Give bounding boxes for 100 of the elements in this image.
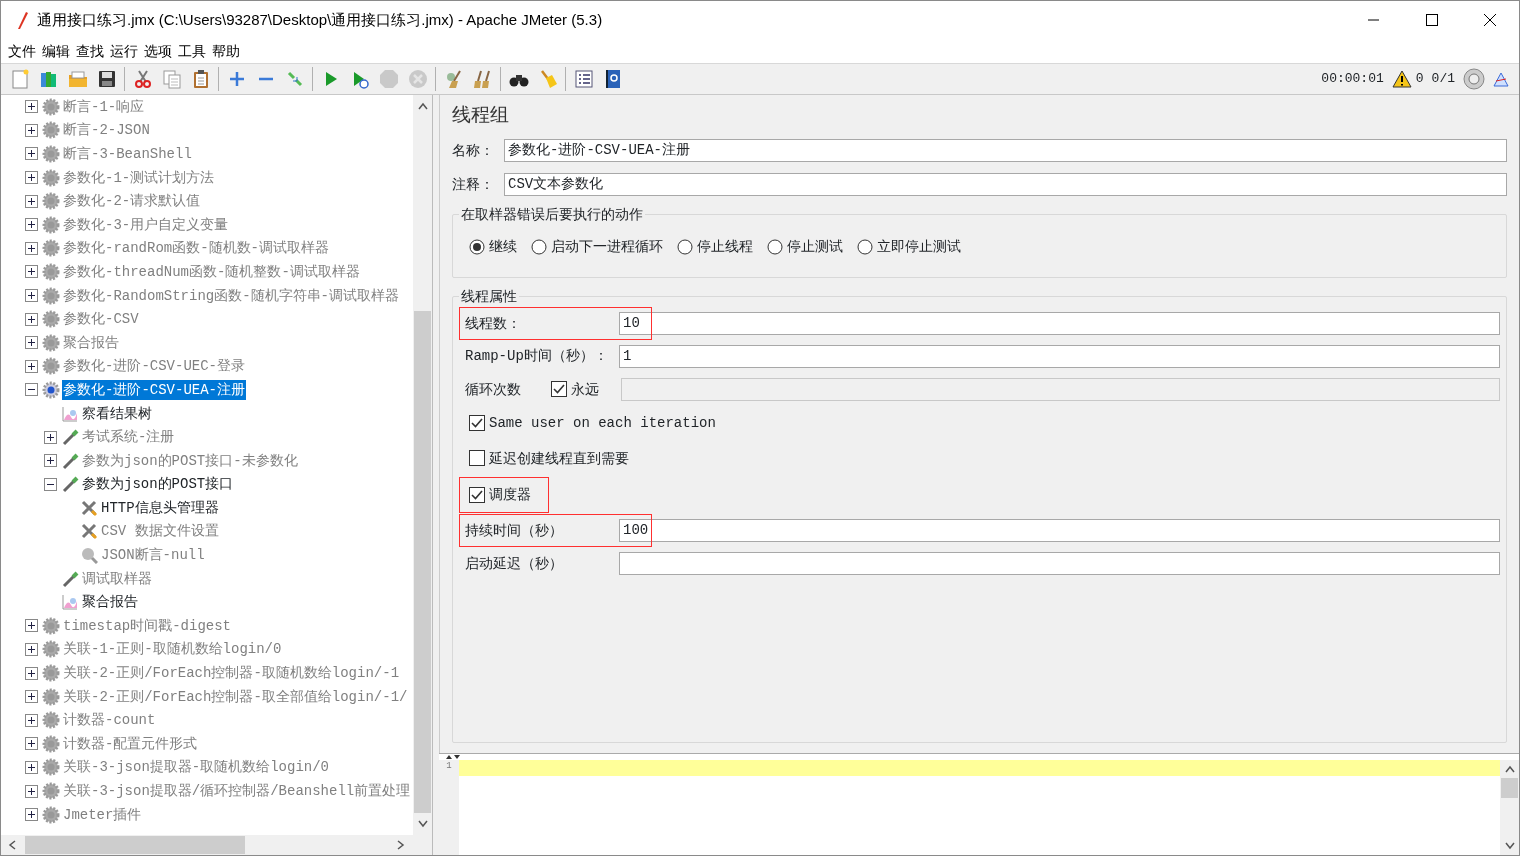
menu-item[interactable]: 选项 <box>141 41 175 61</box>
scrollbar[interactable] <box>1 835 432 855</box>
radio-option[interactable]: 立即停止测试 <box>857 236 961 257</box>
comment-field[interactable]: CSV文本参数化 <box>504 173 1507 196</box>
radio-icon <box>857 238 873 255</box>
expand-icon[interactable] <box>44 430 57 444</box>
tree-item[interactable]: 参数化-RandomString函数-随机字符串-调试取样器 <box>62 285 401 306</box>
input-field[interactable]: 1 <box>619 344 1500 368</box>
pipette-icon <box>61 451 79 470</box>
scroll-down-icon[interactable] <box>1503 841 1516 851</box>
tree-item[interactable]: 参数化-进阶-CSV-UEC-登录 <box>62 356 246 377</box>
tree-item[interactable]: 调试取样器 <box>81 568 153 589</box>
checkbox[interactable]: 永远 <box>551 378 621 400</box>
tree-item[interactable]: 计数器-配置元件形式 <box>62 733 199 754</box>
tree-item[interactable]: 关联-3-json提取器/循环控制器/Beanshell前置处理 <box>62 781 412 801</box>
gear-icon <box>42 640 60 659</box>
scroll-left-icon[interactable] <box>7 839 17 851</box>
radio-option[interactable]: 停止线程 <box>677 236 753 257</box>
expand-icon[interactable] <box>25 642 38 656</box>
tree-item[interactable]: Jmeter插件 <box>62 804 143 825</box>
menu-item[interactable]: 帮助 <box>209 41 243 61</box>
scroll-down-icon[interactable] <box>416 819 429 829</box>
expand-icon[interactable] <box>25 241 38 255</box>
input-field[interactable] <box>621 377 1500 401</box>
gear-icon <box>42 380 60 399</box>
expand-icon[interactable] <box>25 690 38 704</box>
input-field[interactable]: 100 <box>619 518 1500 542</box>
expand-icon[interactable] <box>25 666 38 680</box>
scroll-up-icon[interactable] <box>416 101 429 111</box>
tree-item[interactable]: 参数化-1-测试计划方法 <box>62 167 216 188</box>
input-field[interactable] <box>619 551 1500 575</box>
split-arrows-icon[interactable] <box>445 754 461 760</box>
scrollbar[interactable] <box>413 95 432 835</box>
tree-item[interactable]: CSV 数据文件设置 <box>100 521 220 542</box>
expand-icon[interactable] <box>25 713 38 727</box>
expand-icon[interactable] <box>25 123 38 137</box>
checkbox[interactable]: 延迟创建线程直到需要 <box>459 447 629 469</box>
menu-item[interactable]: 编辑 <box>39 41 73 61</box>
expand-icon[interactable] <box>25 619 38 633</box>
tree-item[interactable]: 考试系统-注册 <box>81 427 176 448</box>
checkbox-icon <box>551 381 567 397</box>
tree-item[interactable]: HTTP信息头管理器 <box>100 497 220 518</box>
expand-icon[interactable] <box>25 808 38 822</box>
expand-icon[interactable] <box>25 784 38 798</box>
scroll-right-icon[interactable] <box>396 839 406 851</box>
tree-item[interactable]: 察看结果树 <box>81 403 153 424</box>
tree-item[interactable]: 参数化-3-用户自定义变量 <box>62 214 230 235</box>
radio-option[interactable]: 启动下一进程循环 <box>531 236 663 257</box>
expand-icon[interactable] <box>25 312 38 326</box>
collapse-icon[interactable] <box>44 477 57 491</box>
menu-item[interactable]: 查找 <box>73 41 107 61</box>
checkbox[interactable]: 调度器 <box>459 484 531 505</box>
scrollbar-thumb[interactable] <box>1501 778 1518 798</box>
expand-icon[interactable] <box>25 289 38 303</box>
expand-icon[interactable] <box>25 265 38 279</box>
tree-item[interactable]: 参数化-randRom函数-随机数-调试取样器 <box>62 238 330 259</box>
tree-item[interactable]: 参数化-2-请求默认值 <box>62 191 202 212</box>
tree-item[interactable]: 聚合报告 <box>62 332 120 353</box>
tree-item[interactable]: 参数化-threadNum函数-随机整数-调试取样器 <box>62 261 361 282</box>
tree-item[interactable]: 断言-2-JSON <box>62 120 151 141</box>
minus-icon <box>258 77 273 81</box>
scrollbar[interactable] <box>1500 760 1519 855</box>
tree-item[interactable]: 计数器-count <box>62 710 157 731</box>
tree-item[interactable]: 关联-1-正则-取随机数给login/0 <box>62 639 283 660</box>
tree-item[interactable]: 参数化-CSV <box>62 309 140 330</box>
scrollbar-thumb[interactable] <box>25 836 245 854</box>
menu-item[interactable]: 工具 <box>175 41 209 61</box>
tree-item[interactable]: 断言-3-BeanShell <box>62 144 193 164</box>
gear-icon <box>42 239 60 258</box>
tree-item[interactable]: 关联-2-正则/ForEach控制器-取全部值给login/-1/ <box>62 686 409 707</box>
expand-icon[interactable] <box>25 100 38 114</box>
tree-item[interactable]: 关联-2-正则/ForEach控制器-取随机数给login/-1 <box>62 663 401 684</box>
tree-item[interactable]: 参数为json的POST接口-未参数化 <box>81 450 299 471</box>
scrollbar-thumb[interactable] <box>414 311 431 813</box>
expand-icon[interactable] <box>25 359 38 373</box>
radio-option[interactable]: 停止测试 <box>767 236 843 257</box>
radio-option[interactable]: 继续 <box>469 236 517 257</box>
tree-item[interactable]: 关联-3-json提取器-取随机数给login/0 <box>62 757 331 778</box>
tree-item[interactable]: JSON断言-null <box>100 545 206 566</box>
expand-icon[interactable] <box>25 760 38 774</box>
menu-item[interactable]: 文件 <box>5 41 39 61</box>
collapse-icon[interactable] <box>25 383 38 397</box>
expand-icon[interactable] <box>25 194 38 208</box>
expand-icon[interactable] <box>25 218 38 232</box>
menu-item[interactable]: 运行 <box>107 41 141 61</box>
expand-icon[interactable] <box>25 147 38 161</box>
tree-item[interactable]: 参数化-进阶-CSV-UEA-注册 <box>62 379 246 400</box>
checkbox[interactable]: Same user on each iteration <box>459 412 716 434</box>
expand-icon[interactable] <box>44 454 57 468</box>
tree-item[interactable]: 参数为json的POST接口 <box>81 474 235 495</box>
expand-icon[interactable] <box>25 336 38 350</box>
tools-icon <box>80 522 98 541</box>
scroll-up-icon[interactable] <box>1503 764 1516 774</box>
input-field[interactable]: 10 <box>619 311 1500 335</box>
name-field[interactable]: 参数化-进阶-CSV-UEA-注册 <box>504 139 1507 162</box>
tree-item[interactable]: timestap时间戳-digest <box>62 615 233 636</box>
expand-icon[interactable] <box>25 171 38 185</box>
expand-icon[interactable] <box>25 737 38 751</box>
tree-item[interactable]: 断言-1-响应 <box>62 96 146 117</box>
tree-item[interactable]: 聚合报告 <box>81 592 139 613</box>
